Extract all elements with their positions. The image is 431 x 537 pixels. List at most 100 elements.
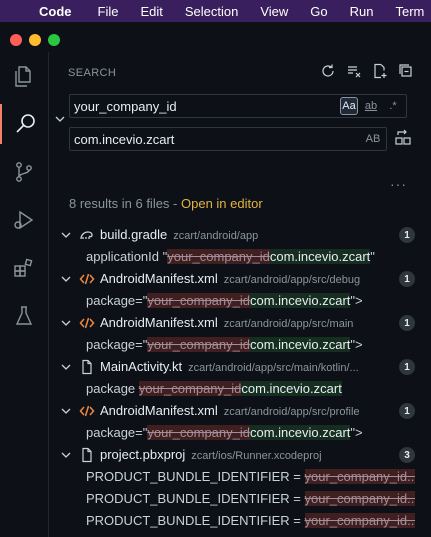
match-count-badge: 1 [399,271,415,287]
file-type-icon [79,447,95,463]
match-result-row[interactable]: package="your_company_idcom.incevio.zcar… [49,334,419,356]
match-preview: PRODUCT_BUNDLE_IDENTIFIER = your_company… [86,466,419,488]
match-preview: package="your_company_idcom.incevio.zcar… [86,422,419,444]
chevron-down-icon[interactable] [59,272,73,286]
match-preview: package your_company_idcom.incevio.zcart [86,378,419,400]
replace-input-value[interactable]: com.incevio.zcart [70,132,364,147]
extensions-button[interactable] [0,248,48,288]
inserted-text: com.incevio.zcart [269,249,371,264]
menu-file[interactable]: File [98,4,119,19]
xml-icon [79,273,95,285]
replace-input[interactable]: com.incevio.zcart AB [69,127,387,151]
match-result-row[interactable]: PRODUCT_BUNDLE_IDENTIFIER = your_company… [49,488,419,510]
replace-all-button[interactable] [393,128,413,148]
match-result-row[interactable]: package="your_company_idcom.incevio.zcar… [49,290,419,312]
file-result-row[interactable]: AndroidManifest.xml zcart/android/app/src… [49,312,419,334]
file-path: zcart/android/app/src/debug [223,274,361,286]
removed-text: your_company_id... [304,513,418,528]
inserted-text: com.incevio.zcart [249,293,351,308]
match-case-toggle[interactable]: Aa [340,97,358,115]
chevron-down-icon[interactable] [59,360,73,374]
removed-text: your_company_id [147,337,250,352]
file-result-row[interactable]: project.pbxproj zcart/ios/Runner.xcodepro… [49,444,419,466]
maximize-window-button[interactable] [48,34,60,46]
match-preview: PRODUCT_BUNDLE_IDENTIFIER = your_company… [86,510,419,532]
match-count-badge: 1 [399,403,415,419]
file-path: zcart/android/app/src/profile [223,406,360,418]
preserve-case-toggle[interactable]: AB [364,130,382,148]
file-icon [82,359,92,375]
file-type-icon [79,359,95,375]
match-suffix: "> [350,337,363,352]
results-summary: 8 results in 6 files - Open in editor [69,196,263,211]
chevron-down-icon[interactable] [59,404,73,418]
regex-toggle[interactable]: .* [384,97,402,115]
file-result-row[interactable]: build.gradle zcart/android/app 1 [49,224,419,246]
search-icon [16,114,35,133]
match-suffix: "> [350,293,363,308]
search-input[interactable]: your_company_id Aa ab .* [69,94,407,118]
match-count-badge: 3 [399,447,415,463]
match-prefix: package [86,381,139,396]
clear-results-button[interactable] [345,62,363,80]
search-input-value[interactable]: your_company_id [70,99,340,114]
menu-view[interactable]: View [260,4,288,19]
menu-bar: Code File Edit Selection View Go Run Ter… [0,0,431,22]
match-result-row[interactable]: PRODUCT_BUNDLE_IDENTIFIER = your_company… [49,510,419,532]
menu-terminal[interactable]: Term [396,4,425,19]
refresh-button[interactable] [319,62,337,80]
file-result-row[interactable]: AndroidManifest.xml zcart/android/app/src… [49,400,419,422]
file-path: zcart/android/app/src/main [223,318,354,330]
file-type-icon [79,403,95,419]
file-name: AndroidManifest.xml zcart/android/app/src… [100,403,360,418]
new-search-editor-button[interactable] [371,62,389,80]
menu-run[interactable]: Run [350,4,374,19]
match-prefix: PRODUCT_BUNDLE_IDENTIFIER = [86,469,305,484]
source-control-button[interactable] [0,152,48,192]
file-name: AndroidManifest.xml zcart/android/app/src… [100,271,361,286]
close-window-button[interactable] [10,34,22,46]
toggle-replace-button[interactable] [53,112,67,126]
more-options-button[interactable]: ··· [390,176,407,192]
menu-selection[interactable]: Selection [185,4,238,19]
run-debug-button[interactable] [0,200,48,240]
collapse-all-button[interactable] [397,62,415,80]
collapse-all-icon [399,64,412,77]
match-result-row[interactable]: applicationId "your_company_idcom.incevi… [49,246,419,268]
gradle-icon [80,231,93,240]
chevron-down-icon[interactable] [59,316,73,330]
chevron-down-icon[interactable] [59,448,73,462]
chevron-down-icon[interactable] [59,228,73,242]
menu-go[interactable]: Go [310,4,327,19]
match-preview: package="your_company_idcom.incevio.zcar… [86,290,419,312]
files-icon [15,66,31,87]
match-result-row[interactable]: package="your_company_idcom.incevio.zcar… [49,422,419,444]
testing-button[interactable] [0,296,48,336]
inserted-text: com.incevio.zcart [241,381,342,396]
match-preview: package="your_company_idcom.incevio.zcar… [86,334,419,356]
inserted-text: com.incevio.zcart [249,337,351,352]
search-view-button[interactable] [0,104,50,144]
match-count-badge: 1 [399,315,415,331]
file-result-row[interactable]: AndroidManifest.xml zcart/android/app/src… [49,268,419,290]
removed-text: your_company_id... [304,469,418,484]
explorer-button[interactable] [0,56,48,96]
open-in-editor-link[interactable]: Open in editor [181,196,263,211]
file-path: zcart/android/app [173,230,259,242]
match-prefix: package=" [86,293,148,308]
file-icon [82,447,92,463]
match-result-row[interactable]: PRODUCT_BUNDLE_IDENTIFIER = your_company… [49,466,419,488]
file-result-row[interactable]: MainActivity.kt zcart/android/app/src/mai… [49,356,419,378]
vscode-window: SEARCH your_company_id Aa ab .* com.ince… [0,22,431,537]
menu-edit[interactable]: Edit [140,4,162,19]
results-count: 8 results in 6 files - [69,196,181,211]
match-prefix: PRODUCT_BUNDLE_IDENTIFIER = [86,491,305,506]
menu-code[interactable]: Code [39,4,72,19]
match-result-row[interactable]: package your_company_idcom.incevio.zcart [49,378,419,400]
minimize-window-button[interactable] [29,34,41,46]
removed-text: your_company_id [147,425,250,440]
match-suffix: " [370,249,375,264]
replace-all-icon [395,129,411,145]
whole-word-toggle[interactable]: ab [362,97,380,115]
match-count-badge: 1 [399,227,415,243]
